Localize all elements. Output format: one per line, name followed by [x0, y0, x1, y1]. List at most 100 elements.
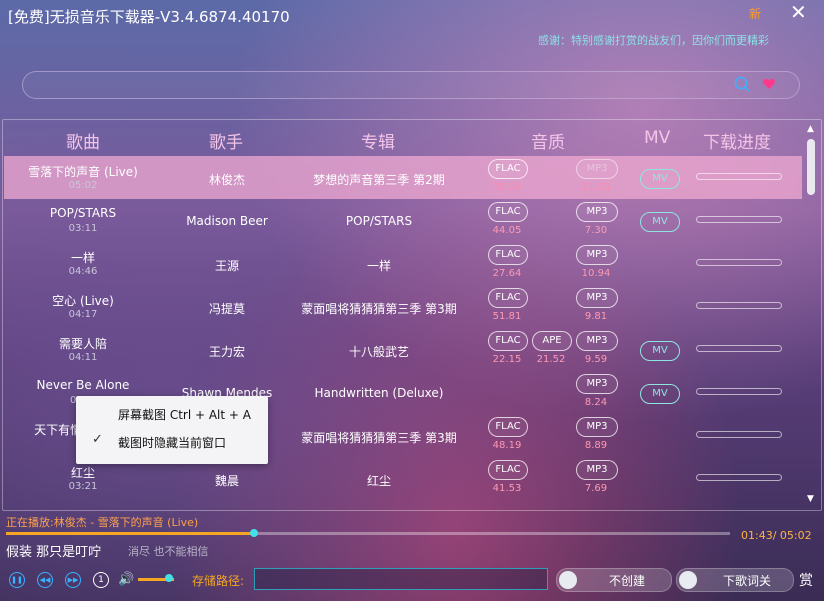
format-mp3-button[interactable]: MP3 [576, 288, 618, 308]
volume-icon[interactable]: 🔊 [118, 572, 134, 587]
format-flac-button[interactable]: FLAC [488, 159, 528, 179]
format-size: 27.64 [492, 268, 522, 279]
download-progress-bar [696, 216, 782, 223]
table-row[interactable]: 一样 04:46 王源 一样 FLAC 27.64 MP3 10.94 [4, 242, 802, 285]
table-row[interactable]: 雪落下的声音 (Live) 05:02 林俊杰 梦想的声音第三季 第2期 FLAC 35.… [4, 156, 802, 199]
table-row[interactable]: 空心 (Live) 04:17 冯提莫 蒙面唱将猜猜猜第三季 第3期 FLAC 51.81… [4, 285, 802, 328]
mv-button[interactable]: MV [640, 341, 680, 361]
song-album[interactable]: 十八般武艺 [284, 343, 474, 360]
format-size: 48.19 [492, 440, 522, 451]
format-size: 7.69 [584, 483, 608, 494]
format-mp3-button[interactable]: MP3 [576, 460, 618, 480]
scroll-up-arrow[interactable]: ▲ [807, 124, 814, 134]
playback-time: 01:43/ 05:02 [741, 529, 812, 542]
check-icon: ✓ [92, 432, 103, 447]
format-flac-button[interactable]: FLAC [488, 331, 528, 351]
song-artist[interactable]: 魏晨 [162, 472, 292, 489]
menu-item-hide-window[interactable]: 截图时隐藏当前窗口 [118, 434, 226, 451]
song-artist[interactable]: 冯提莫 [162, 300, 292, 317]
download-progress-bar [696, 388, 782, 395]
reward-button[interactable]: 赏 [799, 570, 813, 590]
toggle-knob [679, 571, 697, 589]
format-flac-button[interactable]: FLAC [488, 202, 528, 222]
now-playing-label: 正在播放:林俊杰 - 雪落下的声音 (Live) [6, 516, 199, 529]
song-title: POP/STARS [49, 206, 117, 220]
song-artist[interactable]: 王力宏 [162, 343, 292, 360]
format-size: 9.59 [584, 354, 608, 365]
pause-icon[interactable]: ❚❚ [9, 572, 25, 588]
format-flac-button[interactable]: FLAC [488, 417, 528, 437]
save-path-input[interactable] [254, 568, 548, 590]
toggle-knob [559, 571, 577, 589]
song-title: 红尘 [70, 466, 95, 480]
song-album[interactable]: POP/STARS [284, 214, 474, 228]
format-mp3-button[interactable]: MP3 [576, 331, 618, 351]
song-album[interactable]: Handwritten (Deluxe) [284, 386, 474, 400]
song-artist[interactable]: 王源 [162, 257, 292, 274]
table-row[interactable]: POP/STARS 03:11 Madison Beer POP/STARS FLAC 4… [4, 199, 802, 242]
download-progress-bar [696, 259, 782, 266]
song-title: 一样 [70, 251, 95, 265]
format-mp3-button[interactable]: MP3 [576, 417, 618, 437]
download-progress-bar [696, 431, 782, 438]
previous-icon[interactable]: ◀◀ [37, 572, 53, 588]
format-size: 21.52 [536, 354, 566, 365]
song-duration: 03:11 [68, 223, 98, 234]
song-duration: 03:21 [68, 481, 98, 492]
format-flac-button[interactable]: FLAC [488, 460, 528, 480]
format-size: 51.81 [492, 311, 522, 322]
table-row[interactable]: 需要人陪 04:11 王力宏 十八般武艺 FLAC 22.15 APE 21.52 MP3 9.5… [4, 328, 802, 371]
format-size: 35.04 [492, 182, 522, 193]
song-title: Never Be Alone [36, 378, 130, 392]
download-progress-bar [696, 474, 782, 481]
song-album[interactable]: 梦想的声音第三季 第2期 [284, 171, 474, 188]
format-flac-button[interactable]: FLAC [488, 245, 528, 265]
create-folder-toggle[interactable]: 不创建 [556, 568, 672, 592]
song-duration: 04:11 [68, 352, 98, 363]
format-mp3-button[interactable]: MP3 [576, 159, 618, 179]
format-size: 11.55 [581, 182, 611, 193]
format-size: 44.05 [492, 225, 522, 236]
download-progress-bar [696, 345, 782, 352]
mv-button[interactable]: MV [640, 212, 680, 232]
song-duration: 04:17 [68, 309, 98, 320]
seek-handle[interactable] [250, 529, 258, 537]
song-artist[interactable]: Madison Beer [162, 214, 292, 228]
lyrics-download-toggle[interactable]: 下歌词关 [676, 568, 794, 592]
song-album[interactable]: 红尘 [284, 472, 474, 489]
format-size: 9.81 [584, 311, 608, 322]
format-size: 10.94 [581, 268, 611, 279]
loop-mode-icon[interactable]: 1 [93, 572, 109, 588]
format-size: 8.89 [584, 440, 608, 451]
song-album[interactable]: 一样 [284, 257, 474, 274]
song-duration: 04:46 [68, 266, 98, 277]
save-path-label: 存储路径: [192, 574, 245, 588]
song-duration: 05:02 [68, 180, 98, 191]
lyric-current: 假装 那只是叮咛 [6, 545, 102, 560]
format-flac-button[interactable]: FLAC [488, 288, 528, 308]
format-size: 41.53 [492, 483, 522, 494]
format-size: 7.30 [584, 225, 608, 236]
format-mp3-button[interactable]: MP3 [576, 245, 618, 265]
download-progress-bar [696, 173, 782, 180]
song-title: 需要人陪 [58, 337, 107, 351]
scrollbar-thumb[interactable] [807, 139, 815, 195]
format-size: 8.24 [584, 397, 608, 408]
song-artist[interactable]: 林俊杰 [162, 171, 292, 188]
format-mp3-button[interactable]: MP3 [576, 374, 618, 394]
song-album[interactable]: 蒙面唱将猜猜猜第三季 第3期 [284, 300, 474, 317]
mv-button[interactable]: MV [640, 169, 680, 189]
mv-button[interactable]: MV [640, 384, 680, 404]
format-size: 22.15 [492, 354, 522, 365]
format-mp3-button[interactable]: MP3 [576, 202, 618, 222]
song-title: 雪落下的声音 (Live) [28, 165, 138, 179]
scroll-down-arrow[interactable]: ▼ [807, 494, 814, 504]
song-album[interactable]: 蒙面唱将猜猜猜第三季 第3期 [284, 429, 474, 446]
menu-item-screenshot[interactable]: 屏幕截图 Ctrl + Alt + A [118, 406, 251, 423]
next-icon[interactable]: ▶▶ [65, 572, 81, 588]
seek-bar-fill [6, 532, 254, 535]
lyrics-download-label: 下歌词关 [723, 574, 772, 588]
download-progress-bar [696, 302, 782, 309]
volume-handle[interactable] [165, 574, 173, 582]
format-ape-button[interactable]: APE [532, 331, 572, 351]
